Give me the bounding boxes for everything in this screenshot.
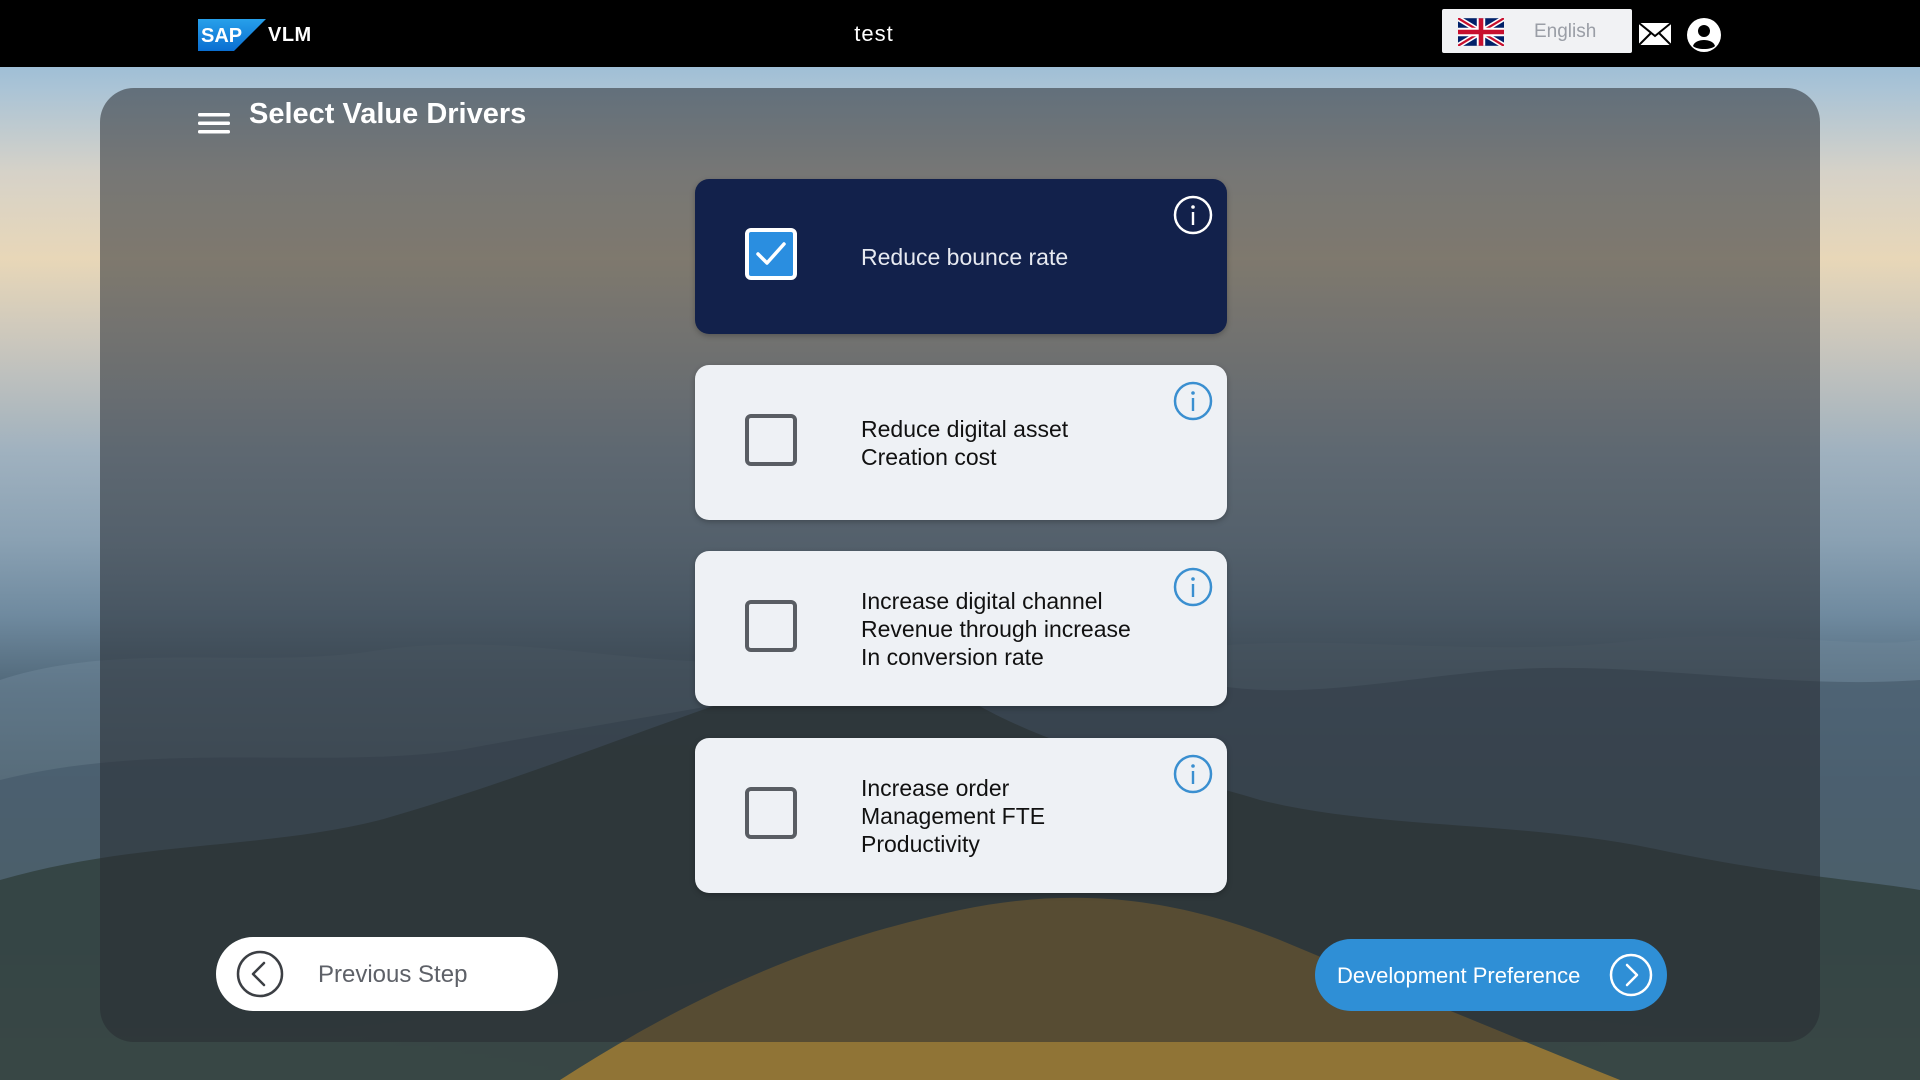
checkbox-unchecked[interactable] bbox=[745, 787, 797, 839]
uk-flag-icon bbox=[1458, 18, 1504, 46]
value-driver-card[interactable]: Reduce bounce rate bbox=[695, 179, 1227, 334]
development-preference-button[interactable]: Development Preference bbox=[1315, 939, 1667, 1011]
checkmark-icon bbox=[756, 242, 786, 265]
info-icon[interactable] bbox=[1173, 567, 1213, 607]
top-bar: SAP VLM test English bbox=[0, 0, 1920, 67]
previous-step-label: Previous Step bbox=[318, 961, 468, 988]
value-driver-label: Reduce bounce rate bbox=[861, 243, 1069, 270]
value-driver-card[interactable]: Increase order Management FTE Productivi… bbox=[695, 738, 1227, 893]
mail-icon[interactable] bbox=[1638, 22, 1672, 46]
value-driver-label: Reduce digital asset Creation cost bbox=[861, 415, 1069, 470]
value-driver-label: Increase order Management FTE Productivi… bbox=[861, 774, 1046, 857]
user-icon[interactable] bbox=[1686, 17, 1722, 53]
next-step-label: Development Preference bbox=[1337, 963, 1581, 988]
main-panel: Select Value Drivers Reduce bounce rate … bbox=[100, 88, 1820, 1042]
checkbox-unchecked[interactable] bbox=[745, 600, 797, 652]
info-icon[interactable] bbox=[1173, 195, 1213, 235]
language-selector[interactable]: English bbox=[1442, 9, 1632, 53]
chevron-left-circle-icon bbox=[236, 950, 284, 998]
chevron-right-circle-icon bbox=[1609, 953, 1653, 997]
hamburger-menu-icon[interactable] bbox=[198, 110, 230, 136]
checkbox-unchecked[interactable] bbox=[745, 414, 797, 466]
page-title: Select Value Drivers bbox=[249, 98, 527, 130]
checkbox-checked[interactable] bbox=[745, 228, 797, 280]
previous-step-button[interactable]: Previous Step bbox=[216, 937, 558, 1011]
value-driver-card[interactable]: Increase digital channel Revenue through… bbox=[695, 551, 1227, 706]
info-icon[interactable] bbox=[1173, 754, 1213, 794]
language-label: English bbox=[1534, 21, 1597, 42]
value-driver-label: Increase digital channel Revenue through… bbox=[861, 587, 1131, 670]
value-driver-card[interactable]: Reduce digital asset Creation cost bbox=[695, 365, 1227, 520]
info-icon[interactable] bbox=[1173, 381, 1213, 421]
